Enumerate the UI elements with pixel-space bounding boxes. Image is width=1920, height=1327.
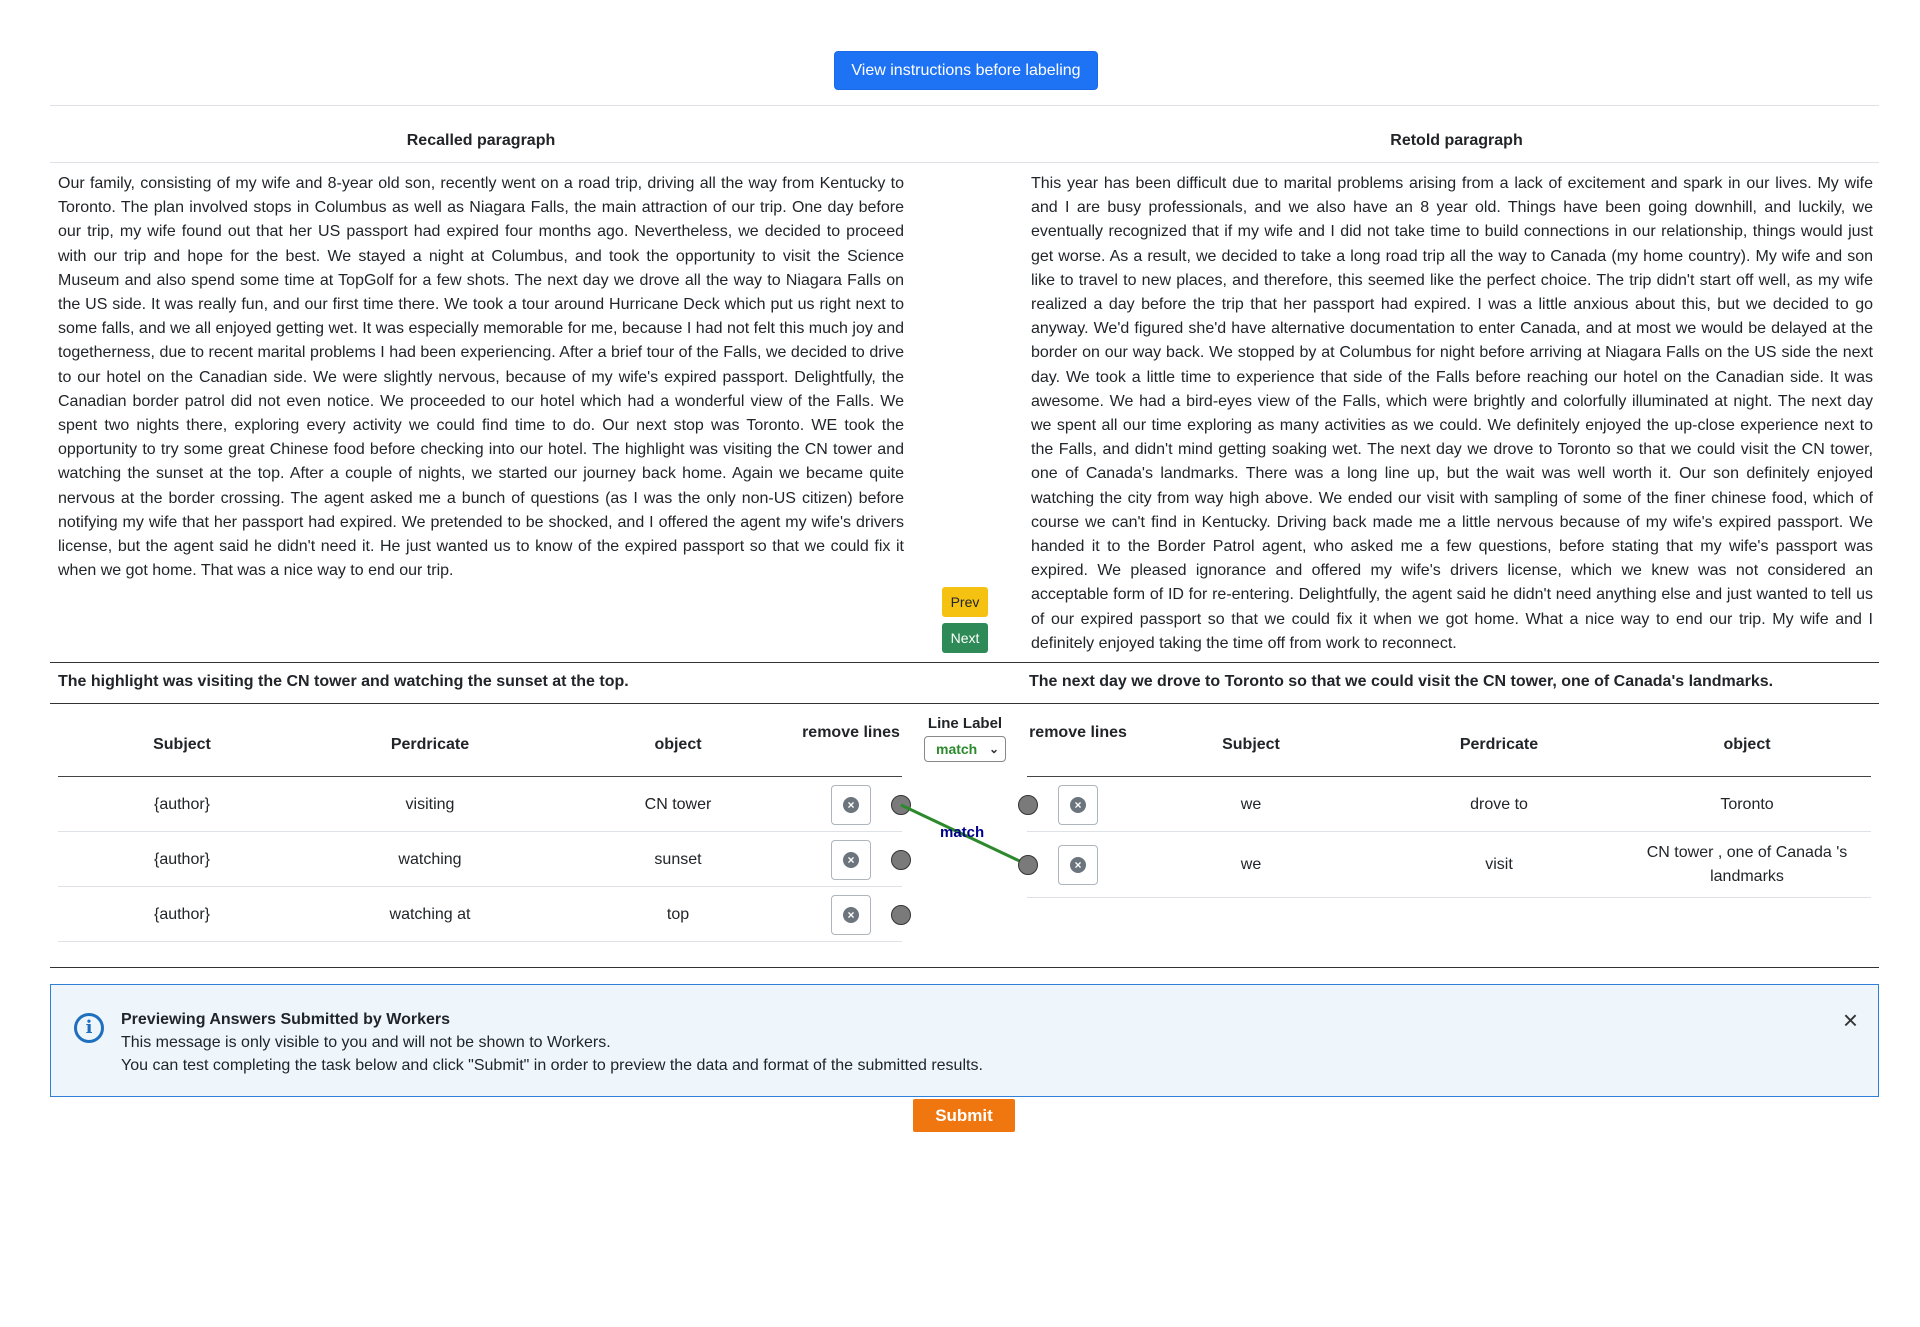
cell-predicate: visit [1485, 856, 1513, 873]
right-header-remove-lines: remove lines [1029, 724, 1127, 741]
cell-subject: we [1240, 856, 1262, 873]
cell-object: CN tower , one of Canada 's landmarks [1646, 844, 1848, 885]
cell-subject: we [1240, 796, 1262, 813]
alert-message-line2: You can test completing the task below a… [121, 1057, 983, 1074]
right-header-predicate: Perdricate [1459, 736, 1539, 753]
alert-message-line1: This message is only visible to you and … [121, 1034, 611, 1051]
table-header-line [1027, 776, 1871, 777]
info-icon: i [74, 1013, 104, 1043]
match-link-label: match [940, 824, 985, 841]
link-anchor-right-1[interactable] [1018, 795, 1038, 815]
cell-predicate: drove to [1470, 796, 1528, 813]
right-header-object: object [1723, 736, 1771, 753]
remove-lines-button[interactable]: × [1058, 845, 1098, 885]
x-circle-icon: × [1070, 797, 1086, 813]
link-anchor-right-2[interactable] [1018, 855, 1038, 875]
cell-object: Toronto [1720, 796, 1774, 813]
alert-title: Previewing Answers Submitted by Workers [121, 1011, 450, 1028]
divider [50, 967, 1879, 968]
x-circle-icon: × [1070, 857, 1086, 873]
close-icon[interactable]: × [1843, 1005, 1858, 1036]
right-header-subject: Subject [1222, 736, 1280, 753]
remove-lines-button[interactable]: × [1058, 785, 1098, 825]
submit-button[interactable]: Submit [913, 1099, 1015, 1132]
row-divider [1027, 831, 1871, 832]
row-divider [1027, 897, 1871, 898]
preview-alert: i Previewing Answers Submitted by Worker… [50, 984, 1879, 1097]
